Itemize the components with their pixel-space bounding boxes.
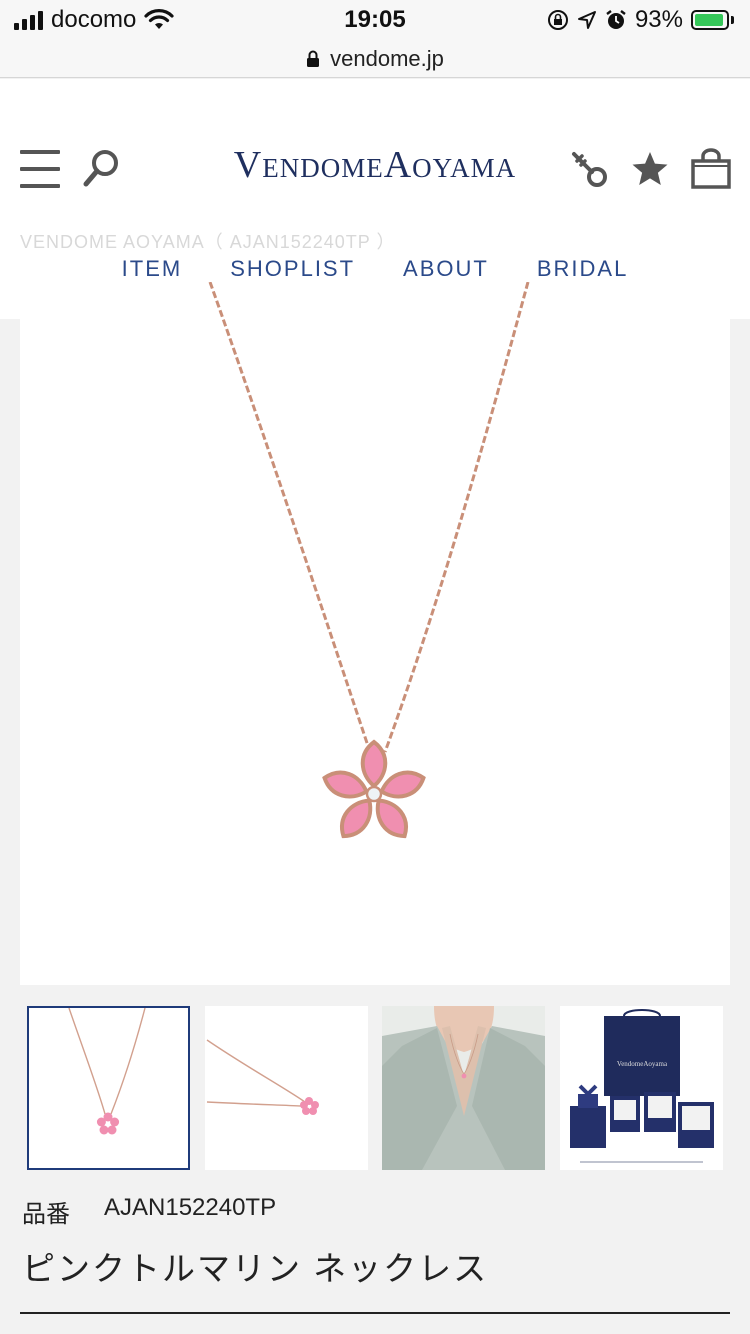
product-code-label: 品番 — [22, 1201, 70, 1228]
thumbnail-2[interactable] — [204, 1006, 368, 1170]
divider — [20, 1312, 730, 1314]
thumbnail-4[interactable]: VendomeAoyama — [559, 1006, 723, 1170]
product-code-value: AJAN152240TP — [104, 1194, 277, 1221]
wifi-icon — [144, 9, 174, 29]
url-text: vendome.jp — [330, 45, 444, 71]
thumbnail-1[interactable] — [27, 1006, 190, 1170]
thumbnail-strip: VendomeAoyama — [27, 1006, 723, 1170]
product-name: ピンクトルマリン ネックレス — [22, 1250, 489, 1287]
nav-item-item[interactable]: ITEM — [122, 256, 183, 282]
status-left: docomo — [14, 6, 174, 34]
status-bar: docomo 19:05 93% — [0, 0, 750, 40]
nav-item-bridal[interactable]: BRIDAL — [537, 256, 628, 282]
shopping-bag-icon[interactable] — [690, 148, 732, 190]
thumbnail-packaging: VendomeAoyama — [559, 1006, 723, 1170]
thumbnail-necklace-front — [68, 1007, 146, 1135]
nav-item-shoplist[interactable]: SHOPLIST — [230, 256, 355, 282]
necklace-image — [208, 281, 530, 839]
thumbnail-model-photo — [382, 1006, 546, 1170]
orientation-lock-icon — [547, 10, 568, 30]
signal-icon — [14, 10, 43, 30]
product-code: 品番 AJAN152240TP — [22, 1194, 276, 1229]
location-icon — [577, 11, 596, 29]
breadcrumb: VENDOME AOYAMA（ AJAN152240TP ） — [20, 232, 396, 252]
main-product-image[interactable] — [20, 281, 730, 985]
alarm-icon — [606, 10, 626, 29]
key-icon[interactable] — [568, 150, 610, 190]
status-right: 93% — [547, 6, 734, 34]
nav-item-about[interactable]: ABOUT — [403, 256, 489, 282]
thumbnail-necklace-side — [206, 1039, 319, 1115]
battery-percent: 93% — [634, 6, 683, 33]
thumbnail-3[interactable] — [382, 1006, 546, 1170]
carrier-name: docomo — [51, 6, 137, 33]
star-icon[interactable] — [630, 150, 670, 188]
main-nav: ITEM SHOPLIST ABOUT BRIDAL — [0, 256, 750, 282]
lock-icon — [307, 50, 320, 67]
battery-charging-icon — [691, 10, 734, 30]
thumbnail-logo: VendomeAoyama — [617, 1060, 668, 1068]
address-bar[interactable]: vendome.jp — [0, 40, 750, 78]
